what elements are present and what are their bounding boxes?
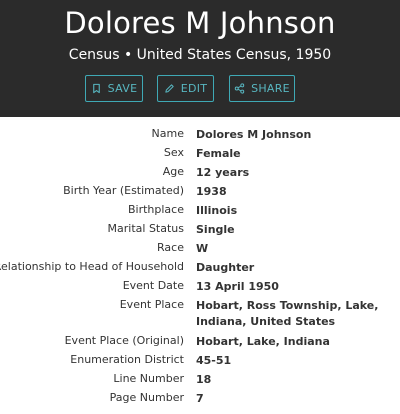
detail-row-race: Race W [0,241,400,260]
pencil-icon [164,83,175,94]
detail-label: Line Number [113,372,184,385]
detail-value: Single [196,223,235,236]
detail-row-line-number: Line Number 18 [0,372,400,391]
share-button[interactable]: SHARE [229,75,295,102]
detail-label: Birth Year (Estimated) [63,184,184,197]
detail-label: Page Number [109,391,184,404]
detail-row-name: Name Dolores M Johnson [0,127,400,146]
detail-row-sex: Sex Female [0,146,400,165]
detail-label: Event Place (Original) [64,334,184,347]
detail-label: Marital Status [107,222,184,235]
detail-value: Hobart, Ross Township, Lake, Indiana, Un… [196,299,379,328]
bookmark-icon [91,83,102,94]
detail-row-page-number: Page Number 7 [0,391,400,410]
detail-value: 7 [196,392,204,405]
detail-label: Race [157,241,184,254]
detail-row-event-date: Event Date 13 April 1950 [0,279,400,298]
detail-value: Hobart, Lake, Indiana [196,335,330,348]
detail-row-event-place-original: Event Place (Original) Hobart, Lake, Ind… [0,334,400,353]
detail-value: 13 April 1950 [196,280,279,293]
detail-value: Illinois [196,204,238,217]
detail-row-birth-year: Birth Year (Estimated) 1938 [0,184,400,203]
detail-row-enumeration-district: Enumeration District 45-51 [0,353,400,372]
detail-value: 45-51 [196,354,232,367]
detail-value: 1938 [196,185,227,198]
person-name: Dolores M Johnson [64,6,336,40]
save-button-label: SAVE [107,82,138,95]
detail-row-event-place: Event Place Hobart, Ross Township, Lake,… [0,298,400,334]
detail-label: Name [151,127,184,140]
edit-button-label: EDIT [180,82,208,95]
detail-value: 12 years [196,166,250,179]
share-button-label: SHARE [251,82,290,95]
detail-row-birthplace: Birthplace Illinois [0,203,400,222]
record-header: Dolores M Johnson Census • United States… [0,0,400,117]
detail-label: Relationship to Head of Household [0,260,184,273]
detail-value: Female [196,147,241,160]
detail-label: Sex [163,146,184,159]
detail-value: Daughter [196,261,255,274]
detail-value: Dolores M Johnson [196,128,312,141]
detail-value: 18 [196,373,212,386]
detail-label: Birthplace [127,203,184,216]
edit-button[interactable]: EDIT [157,75,214,102]
record-details: Name Dolores M Johnson Sex Female Age 12… [0,127,400,410]
detail-row-relationship: Relationship to Head of Household Daught… [0,260,400,279]
share-icon [234,83,245,94]
record-collection: Census • United States Census, 1950 [68,47,332,63]
detail-label: Event Place [119,298,184,311]
save-button[interactable]: SAVE [85,75,143,102]
detail-label: Event Date [122,279,184,292]
detail-value: W [196,242,209,255]
detail-label: Enumeration District [70,353,184,366]
detail-row-age: Age 12 years [0,165,400,184]
detail-label: Age [162,165,184,178]
detail-row-marital-status: Marital Status Single [0,222,400,241]
